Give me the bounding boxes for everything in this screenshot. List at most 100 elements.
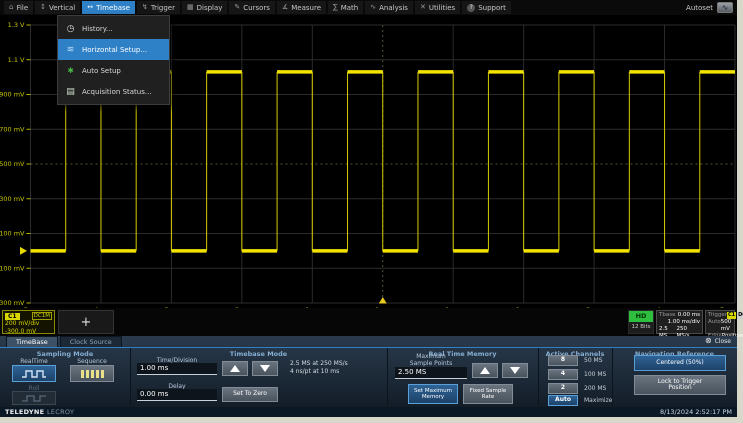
menu-timebase-label: Timebase xyxy=(96,4,130,12)
up-arrow-icon xyxy=(480,367,490,374)
time-division-field[interactable]: 1.00 ms xyxy=(137,363,217,375)
sequence-button[interactable] xyxy=(70,365,114,382)
utilities-icon: ✕ xyxy=(420,4,426,11)
menu-display[interactable]: ▦Display xyxy=(182,1,227,14)
timebase-dialog: TimeBase Clock Source ⊗Close Sampling Mo… xyxy=(0,336,737,407)
menu-item-horizontal-setup[interactable]: ≋Horizontal Setup... xyxy=(58,39,169,60)
channels-auto-button[interactable]: Auto xyxy=(548,395,578,406)
menu-file-label: File xyxy=(16,4,28,12)
channels-2-label: 200 MS xyxy=(584,385,606,392)
acquisition-status-icon: ▤ xyxy=(65,87,76,97)
centered-button[interactable]: Centered (50%) xyxy=(634,355,726,371)
down-arrow-icon xyxy=(260,365,270,372)
channels-2-button[interactable]: 2 xyxy=(548,383,578,394)
hd-badge: HD xyxy=(629,311,653,322)
menu-utilities[interactable]: ✕Utilities xyxy=(415,1,460,14)
menu-support-label: Support xyxy=(478,4,506,12)
realtime-waveform-icon xyxy=(21,369,47,379)
add-trace-button[interactable]: + xyxy=(58,310,114,334)
vertical-icon: ↕ xyxy=(40,4,46,11)
c1-offset: -300.0 mV xyxy=(5,328,52,336)
brand-secondary: LECROY xyxy=(47,408,74,416)
timebase-icon: ↔ xyxy=(87,4,93,11)
add-trace-plus-icon: + xyxy=(81,315,92,330)
dialog-close-button[interactable]: ⊗Close xyxy=(705,337,731,345)
channels-8-button[interactable]: 8 xyxy=(548,355,578,366)
menu-support[interactable]: ?Support xyxy=(462,1,511,14)
menu-cursors-label: Cursors xyxy=(243,4,270,12)
file-icon: ⌂ xyxy=(9,4,13,11)
trigger-descriptor[interactable]: TriggerC1DC Auto500 mV EdgePositive xyxy=(705,310,735,334)
menu-measure[interactable]: ∡Measure xyxy=(277,1,326,14)
tbase-scale: 1.00 ms/div xyxy=(668,319,700,326)
measure-icon: ∡ xyxy=(282,4,288,11)
trigger-mode: Auto xyxy=(708,319,721,333)
menu-trigger-label: Trigger xyxy=(151,4,175,12)
set-to-zero-button[interactable]: Set To Zero xyxy=(222,387,278,402)
channel-c1-descriptor[interactable]: C1 DC1M 200 mV/div -300.0 mV xyxy=(2,310,55,334)
centered-label: Centered (50%) xyxy=(656,360,704,367)
delay-field[interactable]: 0.00 ms xyxy=(137,389,217,401)
menu-math[interactable]: ∑Math xyxy=(328,1,363,14)
c1-coupling-badge: DC1M xyxy=(32,312,52,320)
menu-item-acquisition-status-label: Acquisition Status... xyxy=(82,88,152,96)
roll-button[interactable] xyxy=(12,391,56,405)
max-sample-points-label2: Sample Points xyxy=(395,360,467,367)
set-maximum-memory-button[interactable]: Set Maximum Memory xyxy=(408,384,458,404)
time-division-decrease-button[interactable] xyxy=(252,361,278,376)
svg-text:-100 mV: -100 mV xyxy=(0,264,25,272)
realtime-button[interactable] xyxy=(12,365,56,382)
set-maximum-memory-label: Set Maximum Memory xyxy=(409,388,457,401)
trigger-level: 500 mV xyxy=(721,319,732,333)
menu-item-history[interactable]: ◷ History... xyxy=(58,18,169,39)
menu-utilities-label: Utilities xyxy=(429,4,455,12)
timebase-descriptor[interactable]: Tbase0.00 ms 1.00 ms/div 2.5 MS250 MS/s xyxy=(656,310,703,334)
menu-display-label: Display xyxy=(197,4,223,12)
menu-math-label: Math xyxy=(341,4,359,12)
max-sample-points-field[interactable]: 2.50 MS xyxy=(395,367,467,379)
realtime-label: RealTime xyxy=(12,358,56,365)
menu-vertical[interactable]: ↕Vertical xyxy=(35,1,80,14)
menu-analysis-label: Analysis xyxy=(379,4,408,12)
fixed-sample-rate-button[interactable]: Fixed Sample Rate xyxy=(463,384,513,404)
menu-file[interactable]: ⌂File xyxy=(4,1,33,14)
channels-4-button[interactable]: 4 xyxy=(548,369,578,380)
menu-analysis[interactable]: ∿Analysis xyxy=(365,1,413,14)
tbase-delay: 0.00 ms xyxy=(678,312,700,319)
tbase-label: Tbase xyxy=(659,312,675,319)
svg-text:300 mV: 300 mV xyxy=(0,195,25,203)
hd-mode-descriptor[interactable]: HD 12 Bits xyxy=(628,310,654,334)
menu-item-history-label: History... xyxy=(82,25,113,33)
teledyne-lecroy-logo: TELEDYNE LECROY xyxy=(5,408,74,416)
lock-to-trigger-button[interactable]: Lock to Trigger Position xyxy=(634,375,726,395)
oscilloscope-app: ⌂File ↕Vertical ↔Timebase ↯Trigger ▦Disp… xyxy=(0,0,737,417)
time-division-increase-button[interactable] xyxy=(222,361,248,376)
menu-item-horizontal-setup-label: Horizontal Setup... xyxy=(82,46,147,54)
menu-item-auto-setup[interactable]: ∗Auto Setup xyxy=(58,60,169,81)
lock-to-trigger-label: Lock to Trigger Position xyxy=(650,379,710,392)
c1-scale: 200 mV/div xyxy=(5,320,52,328)
sequence-bursts-icon xyxy=(80,369,104,379)
autoset-button[interactable]: Autoset∿ xyxy=(686,2,733,13)
menu-cursors[interactable]: ✎Cursors xyxy=(229,1,275,14)
menu-trigger[interactable]: ↯Trigger xyxy=(137,1,180,14)
menu-item-acquisition-status[interactable]: ▤ Acquisition Status... xyxy=(58,81,169,102)
close-label: Close xyxy=(715,338,731,345)
status-bar: TELEDYNE LECROY 8/13/2024 2:52:17 PM xyxy=(0,407,737,417)
tab-timebase[interactable]: TimeBase xyxy=(6,336,58,347)
tab-clock-source[interactable]: Clock Source xyxy=(60,336,122,347)
svg-text:700 mV: 700 mV xyxy=(0,125,25,133)
menu-bar: ⌂File ↕Vertical ↔Timebase ↯Trigger ▦Disp… xyxy=(0,0,737,15)
svg-text:900 mV: 900 mV xyxy=(0,91,25,99)
channels-4-label: 100 MS xyxy=(584,371,606,378)
hd-bits-label: 12 Bits xyxy=(629,322,653,333)
analysis-icon: ∿ xyxy=(370,4,376,11)
memory-decrease-button[interactable] xyxy=(502,363,528,378)
math-icon: ∑ xyxy=(333,4,338,11)
channels-auto-label: Maximize xyxy=(584,397,612,404)
fixed-sample-rate-label: Fixed Sample Rate xyxy=(464,388,512,401)
history-icon: ◷ xyxy=(65,24,76,34)
memory-increase-button[interactable] xyxy=(472,363,498,378)
menu-timebase[interactable]: ↔Timebase xyxy=(82,1,135,14)
channels-8-label: 50 MS xyxy=(584,357,603,364)
